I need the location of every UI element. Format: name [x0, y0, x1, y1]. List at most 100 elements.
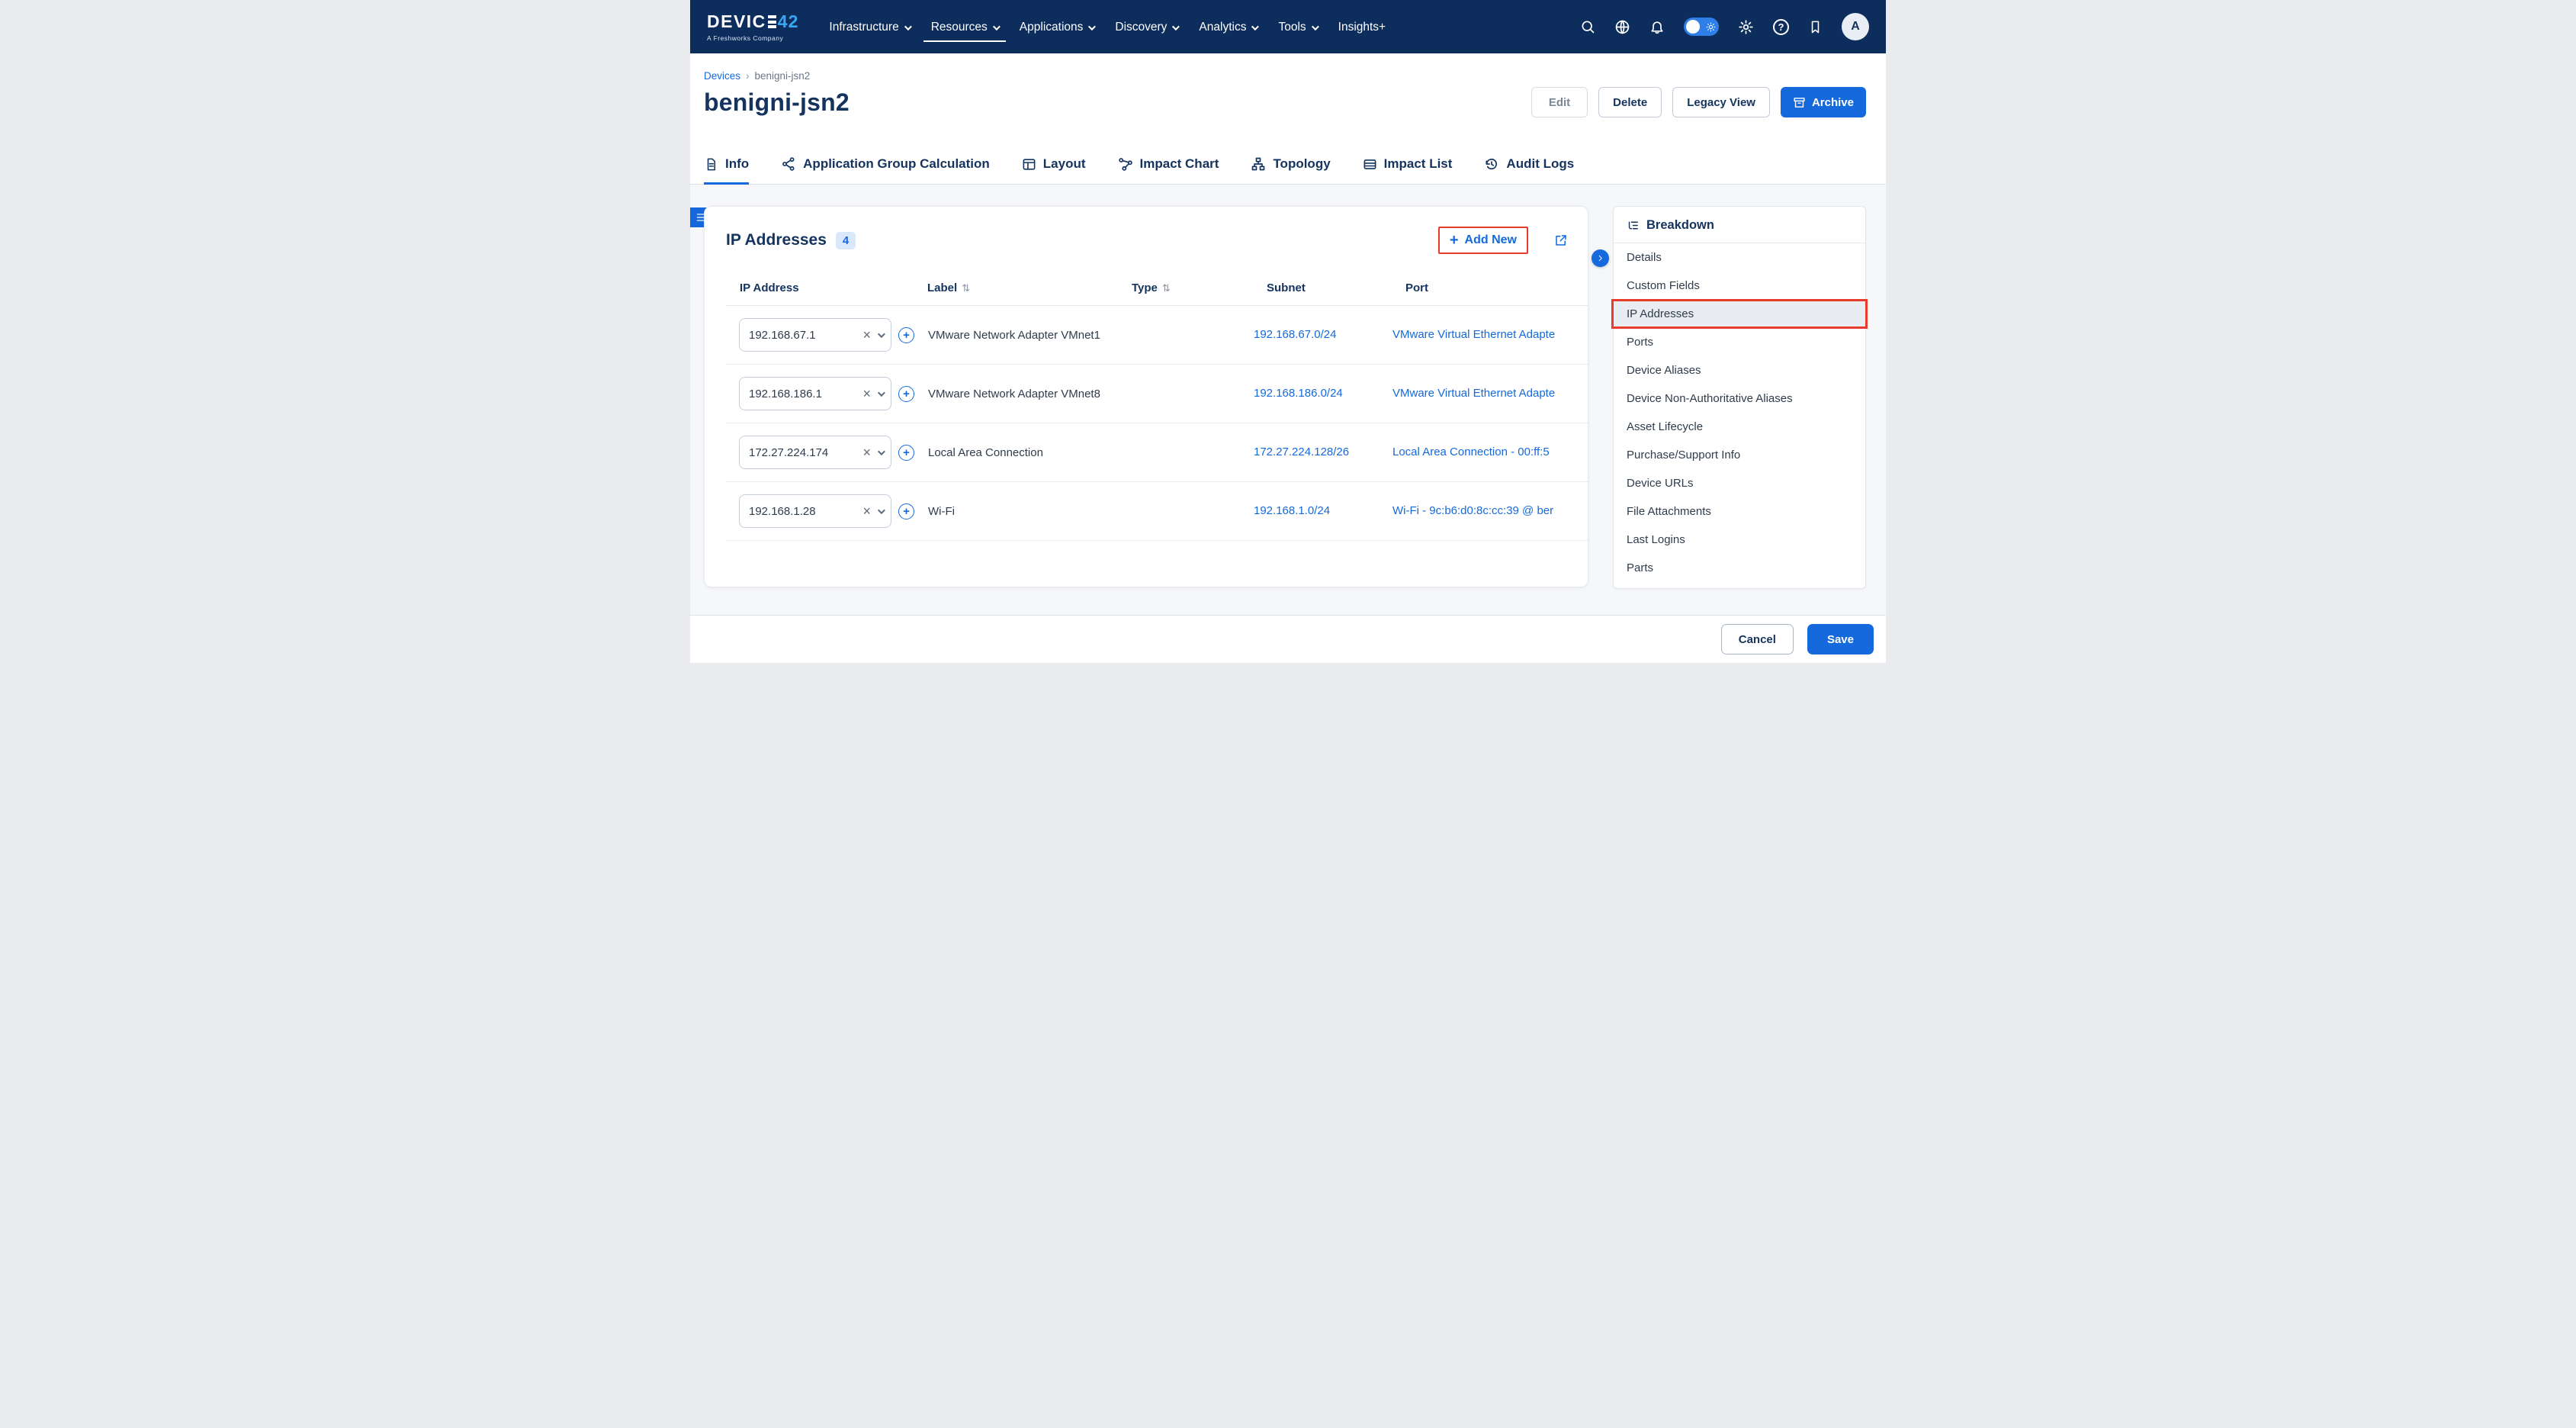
add-circle-icon[interactable]: + [898, 503, 914, 519]
edit-button[interactable]: Edit [1531, 87, 1588, 117]
layout-icon [1022, 157, 1036, 172]
column-header-label: Label⇅ [927, 281, 1132, 294]
chevron-down-icon[interactable] [878, 389, 885, 397]
clear-icon[interactable]: × [862, 504, 871, 518]
column-header-ip: IP Address [740, 281, 927, 294]
port-link[interactable]: Wi-Fi - 9c:b6:d0:8c:cc:39 @ ber [1392, 504, 1553, 517]
sidebar-expand-button[interactable] [1592, 249, 1609, 267]
tab-audit-logs[interactable]: Audit Logs [1484, 156, 1574, 185]
nav-item-insights[interactable]: Insights+ [1331, 11, 1393, 42]
breakdown-item-details[interactable]: Details [1614, 243, 1865, 272]
ip-select-input[interactable]: 192.168.1.28 × [739, 494, 891, 528]
sun-icon [1706, 22, 1716, 32]
chevron-down-icon[interactable] [878, 448, 885, 455]
save-button[interactable]: Save [1807, 624, 1874, 654]
device42-app: DEVIC 42 A Freshworks Company Infrastruc… [690, 0, 1886, 663]
tab-topology[interactable]: Topology [1251, 156, 1330, 185]
column-header-subnet: Subnet [1267, 281, 1405, 294]
theme-toggle[interactable] [1684, 18, 1719, 36]
chevron-down-icon [1312, 23, 1319, 31]
brand-tagline: A Freshworks Company [707, 34, 798, 42]
breakdown-item-device-aliases[interactable]: Device Aliases [1614, 356, 1865, 384]
port-link[interactable]: Local Area Connection - 00:ff:5 [1392, 445, 1550, 458]
chevron-down-icon [1172, 23, 1180, 31]
device-actions: Edit Delete Legacy View Archive [1531, 87, 1872, 117]
search-icon[interactable] [1580, 19, 1595, 34]
table-row: 192.168.67.1 × + VMware Network Adapter … [726, 306, 1588, 365]
ip-label: Wi-Fi [928, 505, 1119, 518]
chevron-down-icon[interactable] [878, 507, 885, 514]
clear-icon[interactable]: × [862, 445, 871, 459]
document-icon [704, 157, 718, 172]
add-circle-icon[interactable]: + [898, 386, 914, 402]
breakdown-item-custom-fields[interactable]: Custom Fields [1614, 272, 1865, 300]
add-circle-icon[interactable]: + [898, 327, 914, 343]
bookmark-icon[interactable] [1808, 20, 1823, 34]
column-header-type: Type⇅ [1132, 281, 1267, 294]
ip-select-input[interactable]: 172.27.224.174 × [739, 436, 891, 469]
nav-item-analytics[interactable]: Analytics [1191, 11, 1264, 42]
column-header-port: Port [1405, 281, 1588, 294]
device-tabs: Info Application Group Calculation Layou… [704, 156, 1574, 185]
legacy-view-button[interactable]: Legacy View [1672, 87, 1770, 117]
ip-label: VMware Network Adapter VMnet1 [928, 329, 1119, 342]
breakdown-item-ports[interactable]: Ports [1614, 328, 1865, 356]
breadcrumb-current: benigni-jsn2 [755, 70, 811, 82]
nav-item-resources[interactable]: Resources [923, 11, 1006, 42]
settings-gear-icon[interactable] [1738, 19, 1754, 35]
nav-item-infrastructure[interactable]: Infrastructure [821, 11, 917, 42]
nav-item-applications[interactable]: Applications [1012, 11, 1102, 42]
port-link[interactable]: VMware Virtual Ethernet Adapte [1392, 328, 1555, 341]
notifications-bell-icon[interactable] [1649, 19, 1665, 34]
brand-logo[interactable]: DEVIC 42 A Freshworks Company [707, 11, 798, 42]
breakdown-item-purchase-support-info[interactable]: Purchase/Support Info [1614, 441, 1865, 469]
port-link[interactable]: VMware Virtual Ethernet Adapte [1392, 387, 1555, 400]
delete-button[interactable]: Delete [1598, 87, 1662, 117]
add-circle-icon[interactable]: + [898, 445, 914, 461]
chevron-right-icon [1596, 254, 1604, 262]
cancel-button[interactable]: Cancel [1721, 624, 1794, 654]
sort-icon[interactable]: ⇅ [962, 282, 970, 294]
chevron-down-icon [993, 23, 1001, 31]
breakdown-item-file-attachments[interactable]: File Attachments [1614, 497, 1865, 526]
breadcrumb-devices-link[interactable]: Devices [704, 70, 740, 82]
help-icon[interactable]: ? [1773, 19, 1789, 35]
tab-impact-chart[interactable]: Impact Chart [1118, 156, 1219, 185]
ip-addresses-card: IP Addresses 4 + Add New IP Address Labe… [704, 206, 1588, 587]
ip-select-input[interactable]: 192.168.186.1 × [739, 377, 891, 410]
breakdown-item-last-logins[interactable]: Last Logins [1614, 526, 1865, 554]
breakdown-item-device-non-authoritative-aliases[interactable]: Device Non-Authoritative Aliases [1614, 384, 1865, 413]
navbar-right-icons: ? A [1580, 13, 1869, 40]
breakdown-item-parts[interactable]: Parts [1614, 554, 1865, 582]
archive-button[interactable]: Archive [1781, 87, 1866, 117]
open-external-icon[interactable] [1554, 233, 1568, 247]
logo-text-right: 42 [778, 11, 799, 32]
subnet-link[interactable]: 192.168.186.0/24 [1254, 387, 1343, 400]
sort-icon[interactable]: ⇅ [1162, 282, 1171, 294]
add-new-button[interactable]: + Add New [1450, 233, 1517, 247]
nav-item-discovery[interactable]: Discovery [1107, 11, 1185, 42]
nav-item-tools[interactable]: Tools [1270, 11, 1324, 42]
clear-icon[interactable]: × [862, 387, 871, 400]
user-avatar[interactable]: A [1842, 13, 1869, 40]
breakdown-item-ip-addresses[interactable]: IP Addresses [1614, 300, 1865, 328]
breakdown-item-device-urls[interactable]: Device URLs [1614, 469, 1865, 497]
ip-label: Local Area Connection [928, 446, 1119, 459]
chevron-down-icon[interactable] [878, 330, 885, 338]
clear-icon[interactable]: × [862, 328, 871, 342]
subnet-link[interactable]: 192.168.1.0/24 [1254, 504, 1330, 517]
top-navbar: DEVIC 42 A Freshworks Company Infrastruc… [690, 0, 1886, 53]
subnet-link[interactable]: 172.27.224.128/26 [1254, 445, 1349, 458]
globe-icon[interactable] [1614, 19, 1630, 35]
breakdown-panel: Breakdown Details Custom Fields IP Addre… [1613, 206, 1866, 589]
breakdown-item-asset-lifecycle[interactable]: Asset Lifecycle [1614, 413, 1865, 441]
archive-icon [1793, 96, 1806, 109]
tab-application-group-calculation[interactable]: Application Group Calculation [781, 156, 990, 185]
subnet-link[interactable]: 192.168.67.0/24 [1254, 328, 1336, 341]
tab-info[interactable]: Info [704, 156, 749, 185]
tab-layout[interactable]: Layout [1022, 156, 1086, 185]
share-nodes-icon [781, 156, 796, 172]
tab-impact-list[interactable]: Impact List [1363, 156, 1453, 185]
ip-select-input[interactable]: 192.168.67.1 × [739, 318, 891, 352]
highlight-box-add-new: + Add New [1438, 227, 1528, 254]
